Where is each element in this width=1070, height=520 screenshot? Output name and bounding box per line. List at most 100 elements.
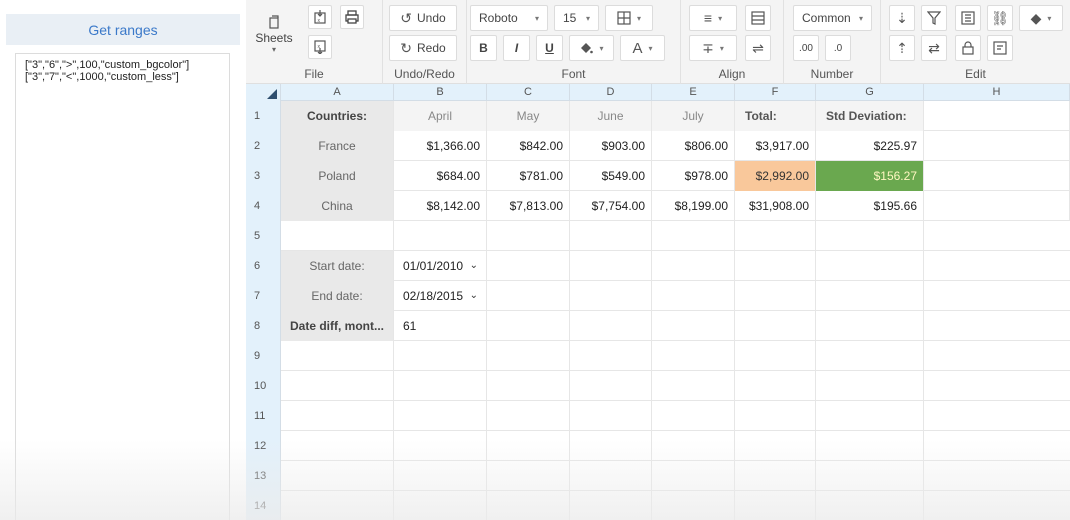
text-color-button[interactable]: A ▾ bbox=[620, 35, 665, 61]
cell-a5[interactable] bbox=[281, 221, 394, 251]
grid-cell[interactable] bbox=[487, 431, 570, 461]
cell-h3[interactable] bbox=[924, 161, 1070, 191]
end-date-cell[interactable]: 02/18/2015 ⌄ bbox=[394, 281, 487, 311]
link-button[interactable]: ⛓ bbox=[987, 5, 1013, 31]
cell-g1[interactable]: Std Deviation: bbox=[816, 101, 924, 131]
column-header-b[interactable]: B bbox=[394, 84, 487, 101]
grid-cell[interactable] bbox=[394, 341, 487, 371]
cell-b1[interactable]: April bbox=[394, 101, 487, 131]
cell-f7[interactable] bbox=[735, 281, 816, 311]
grid-cell[interactable] bbox=[487, 341, 570, 371]
grid-cell[interactable] bbox=[652, 341, 735, 371]
cell-f3[interactable]: $2,992.00 bbox=[735, 161, 816, 191]
start-date-cell[interactable]: 01/01/2010 ⌄ bbox=[394, 251, 487, 281]
grid-cell[interactable] bbox=[652, 431, 735, 461]
grid-cell[interactable] bbox=[735, 371, 816, 401]
cell-e8[interactable] bbox=[652, 311, 735, 341]
grid-cell[interactable] bbox=[816, 431, 924, 461]
underline-button[interactable]: U bbox=[536, 35, 563, 61]
cell-d2[interactable]: $903.00 bbox=[570, 131, 652, 161]
grid-cell[interactable] bbox=[735, 461, 816, 491]
cell-g2[interactable]: $225.97 bbox=[816, 131, 924, 161]
cell-d3[interactable]: $549.00 bbox=[570, 161, 652, 191]
grid-cell[interactable] bbox=[281, 431, 394, 461]
row-header[interactable]: 14 bbox=[246, 491, 281, 520]
grid-cell[interactable] bbox=[394, 491, 487, 520]
cell-b3[interactable]: $684.00 bbox=[394, 161, 487, 191]
cell-f8[interactable] bbox=[735, 311, 816, 341]
cell-d6[interactable] bbox=[570, 251, 652, 281]
vertical-align-button[interactable]: ∓ ▾ bbox=[689, 35, 737, 61]
cell-a3[interactable]: Poland bbox=[281, 161, 394, 191]
undo-button[interactable]: ↺ Undo bbox=[389, 5, 457, 31]
cell-a4[interactable]: China bbox=[281, 191, 394, 221]
cell-f6[interactable] bbox=[735, 251, 816, 281]
date-diff-value[interactable]: 61 bbox=[394, 311, 487, 341]
cell-a6[interactable]: Start date: bbox=[281, 251, 394, 281]
grid-cell[interactable] bbox=[281, 341, 394, 371]
grid-cell[interactable] bbox=[816, 401, 924, 431]
clear-button[interactable]: ◆ ▾ bbox=[1019, 5, 1063, 31]
cell-b5[interactable] bbox=[394, 221, 487, 251]
format-cells-button[interactable] bbox=[955, 5, 981, 31]
grid-cell[interactable] bbox=[570, 491, 652, 520]
italic-button[interactable]: I bbox=[503, 35, 530, 61]
sheets-button[interactable]: Sheets ▾ bbox=[254, 5, 294, 63]
number-format-select[interactable]: Common ▾ bbox=[793, 5, 872, 31]
cell-c1[interactable]: May bbox=[487, 101, 570, 131]
cell-h4[interactable] bbox=[924, 191, 1070, 221]
grid-cell[interactable] bbox=[735, 401, 816, 431]
cell-g6[interactable] bbox=[816, 251, 924, 281]
cell-c8[interactable] bbox=[487, 311, 570, 341]
background-color-button[interactable]: ▾ bbox=[569, 35, 614, 61]
grid-cell[interactable] bbox=[487, 371, 570, 401]
cell-b4[interactable]: $8,142.00 bbox=[394, 191, 487, 221]
wrap-text-button[interactable]: ⇌ bbox=[745, 35, 771, 61]
cell-g8[interactable] bbox=[816, 311, 924, 341]
row-header[interactable]: 9 bbox=[246, 341, 281, 371]
cell-c4[interactable]: $7,813.00 bbox=[487, 191, 570, 221]
row-header[interactable]: 13 bbox=[246, 461, 281, 491]
grid-cell[interactable] bbox=[652, 371, 735, 401]
grid-cell[interactable] bbox=[487, 461, 570, 491]
row-header[interactable]: 3 bbox=[246, 161, 281, 191]
cell-d1[interactable]: June bbox=[570, 101, 652, 131]
grid-cell[interactable] bbox=[487, 491, 570, 520]
grid-cell[interactable] bbox=[570, 461, 652, 491]
row-header[interactable]: 8 bbox=[246, 311, 281, 341]
bold-button[interactable]: B bbox=[470, 35, 497, 61]
decrease-decimals-button[interactable]: .00 bbox=[793, 35, 819, 61]
horizontal-align-button[interactable]: ≡ ▾ bbox=[689, 5, 737, 31]
grid-cell[interactable] bbox=[394, 461, 487, 491]
increase-decimals-button[interactable]: .0 bbox=[825, 35, 851, 61]
row-header[interactable]: 7 bbox=[246, 281, 281, 311]
export-xlsx-button[interactable]: x bbox=[308, 35, 332, 59]
row-header[interactable]: 2 bbox=[246, 131, 281, 161]
cell-a2[interactable]: France bbox=[281, 131, 394, 161]
cell-d8[interactable] bbox=[570, 311, 652, 341]
row-header[interactable]: 4 bbox=[246, 191, 281, 221]
row-header[interactable]: 1 bbox=[246, 101, 281, 131]
grid-cell[interactable] bbox=[816, 371, 924, 401]
cell-e2[interactable]: $806.00 bbox=[652, 131, 735, 161]
cell-g4[interactable]: $195.66 bbox=[816, 191, 924, 221]
grid-cell[interactable] bbox=[735, 491, 816, 520]
cell-e7[interactable] bbox=[652, 281, 735, 311]
grid-cell[interactable] bbox=[816, 461, 924, 491]
redo-button[interactable]: ↻ Redo bbox=[389, 35, 457, 61]
cell-b2[interactable]: $1,366.00 bbox=[394, 131, 487, 161]
grid-cell[interactable] bbox=[652, 461, 735, 491]
cell-a8[interactable]: Date diff, mont... bbox=[281, 311, 394, 341]
sort-button[interactable]: ⇣ bbox=[889, 5, 915, 31]
cell-g5[interactable] bbox=[816, 221, 924, 251]
column-header-a[interactable]: A bbox=[281, 84, 394, 101]
grid-cell[interactable] bbox=[281, 371, 394, 401]
cell-f2[interactable]: $3,917.00 bbox=[735, 131, 816, 161]
cell-f5[interactable] bbox=[735, 221, 816, 251]
grid-cell[interactable] bbox=[394, 431, 487, 461]
cell-f4[interactable]: $31,908.00 bbox=[735, 191, 816, 221]
cell-c6[interactable] bbox=[487, 251, 570, 281]
row-header[interactable]: 11 bbox=[246, 401, 281, 431]
grid-cell[interactable] bbox=[394, 401, 487, 431]
column-header-c[interactable]: C bbox=[487, 84, 570, 101]
